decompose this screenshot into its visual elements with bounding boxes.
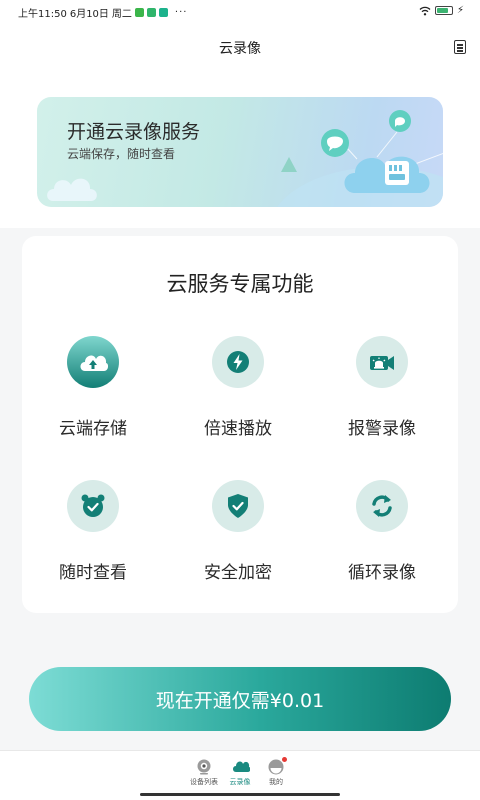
more-notifications-icon: ··· [174,7,188,18]
notification-app-icon [158,8,168,17]
tab-cloud-recording[interactable]: 云录像 [220,759,260,787]
feature-label: 报警录像 [348,419,416,439]
notification-badge [282,757,287,762]
status-time: 上午11:50 [18,9,67,20]
feature-label: 云端存储 [59,419,127,439]
feature-label: 倍速播放 [204,419,272,439]
feature-label: 随时查看 [59,563,127,583]
page-title: 云录像 [219,41,261,57]
notification-app-icon [134,8,144,17]
status-date: 6月10日 [69,9,109,20]
status-bar-left: 上午11:50 6月10日 周二 ··· [18,5,187,20]
lightning-icon [212,336,264,388]
cloud-upload-icon [67,336,119,388]
banner-subtitle: 云端保存，随时查看 [67,147,176,161]
status-weekday: 周二 [111,9,132,20]
charging-icon: ⚡ [456,5,464,16]
title-bar: 云录像 [0,24,480,68]
tab-label: 我的 [269,778,283,786]
home-indicator [140,793,340,796]
battery-level [436,8,449,13]
feature-label: 循环录像 [348,563,416,583]
alarm-clock-icon [67,480,119,532]
cloud-storage-illustration [277,110,443,207]
alarm-siren-camera-icon [356,336,408,388]
decorative-cloud-icon [47,178,97,201]
tab-label: 设备列表 [190,778,218,786]
tab-device-list[interactable]: 设备列表 [184,759,224,787]
feature-cloud-storage[interactable]: 云端存储 [33,336,153,439]
feature-alarm-recording[interactable]: 报警录像 [322,336,442,439]
promo-banner[interactable]: 开通云录像服务 云端保存，随时查看 [37,97,443,207]
features-card: 云服务专属功能 云端存储 倍速播放 报警录像 随时查看 安全加密 循环录像 [22,236,458,613]
cloud-icon [232,759,251,775]
feature-fast-playback[interactable]: 倍速播放 [178,336,298,439]
profile-icon [268,757,287,775]
notification-app-icon [146,8,156,17]
banner-title: 开通云录像服务 [67,121,201,143]
tab-label: 云录像 [229,778,251,786]
shield-check-icon [212,480,264,532]
status-bar: 上午11:50 6月10日 周二 ··· ⚡ [0,0,480,24]
camera-icon [196,759,212,775]
features-title: 云服务专属功能 [166,272,314,296]
loop-arrows-icon [356,480,408,532]
wifi-icon [419,6,431,15]
document-list-icon[interactable] [454,40,466,54]
feature-secure-encryption[interactable]: 安全加密 [178,480,298,583]
tab-profile[interactable]: 我的 [256,757,296,787]
subscribe-button[interactable]: 现在开通仅需¥0.01 [29,667,451,731]
feature-view-anytime[interactable]: 随时查看 [33,480,153,583]
status-bar-right: ⚡ [419,5,464,16]
battery-icon [434,6,453,15]
feature-loop-recording[interactable]: 循环录像 [322,480,442,583]
feature-label: 安全加密 [204,563,272,583]
